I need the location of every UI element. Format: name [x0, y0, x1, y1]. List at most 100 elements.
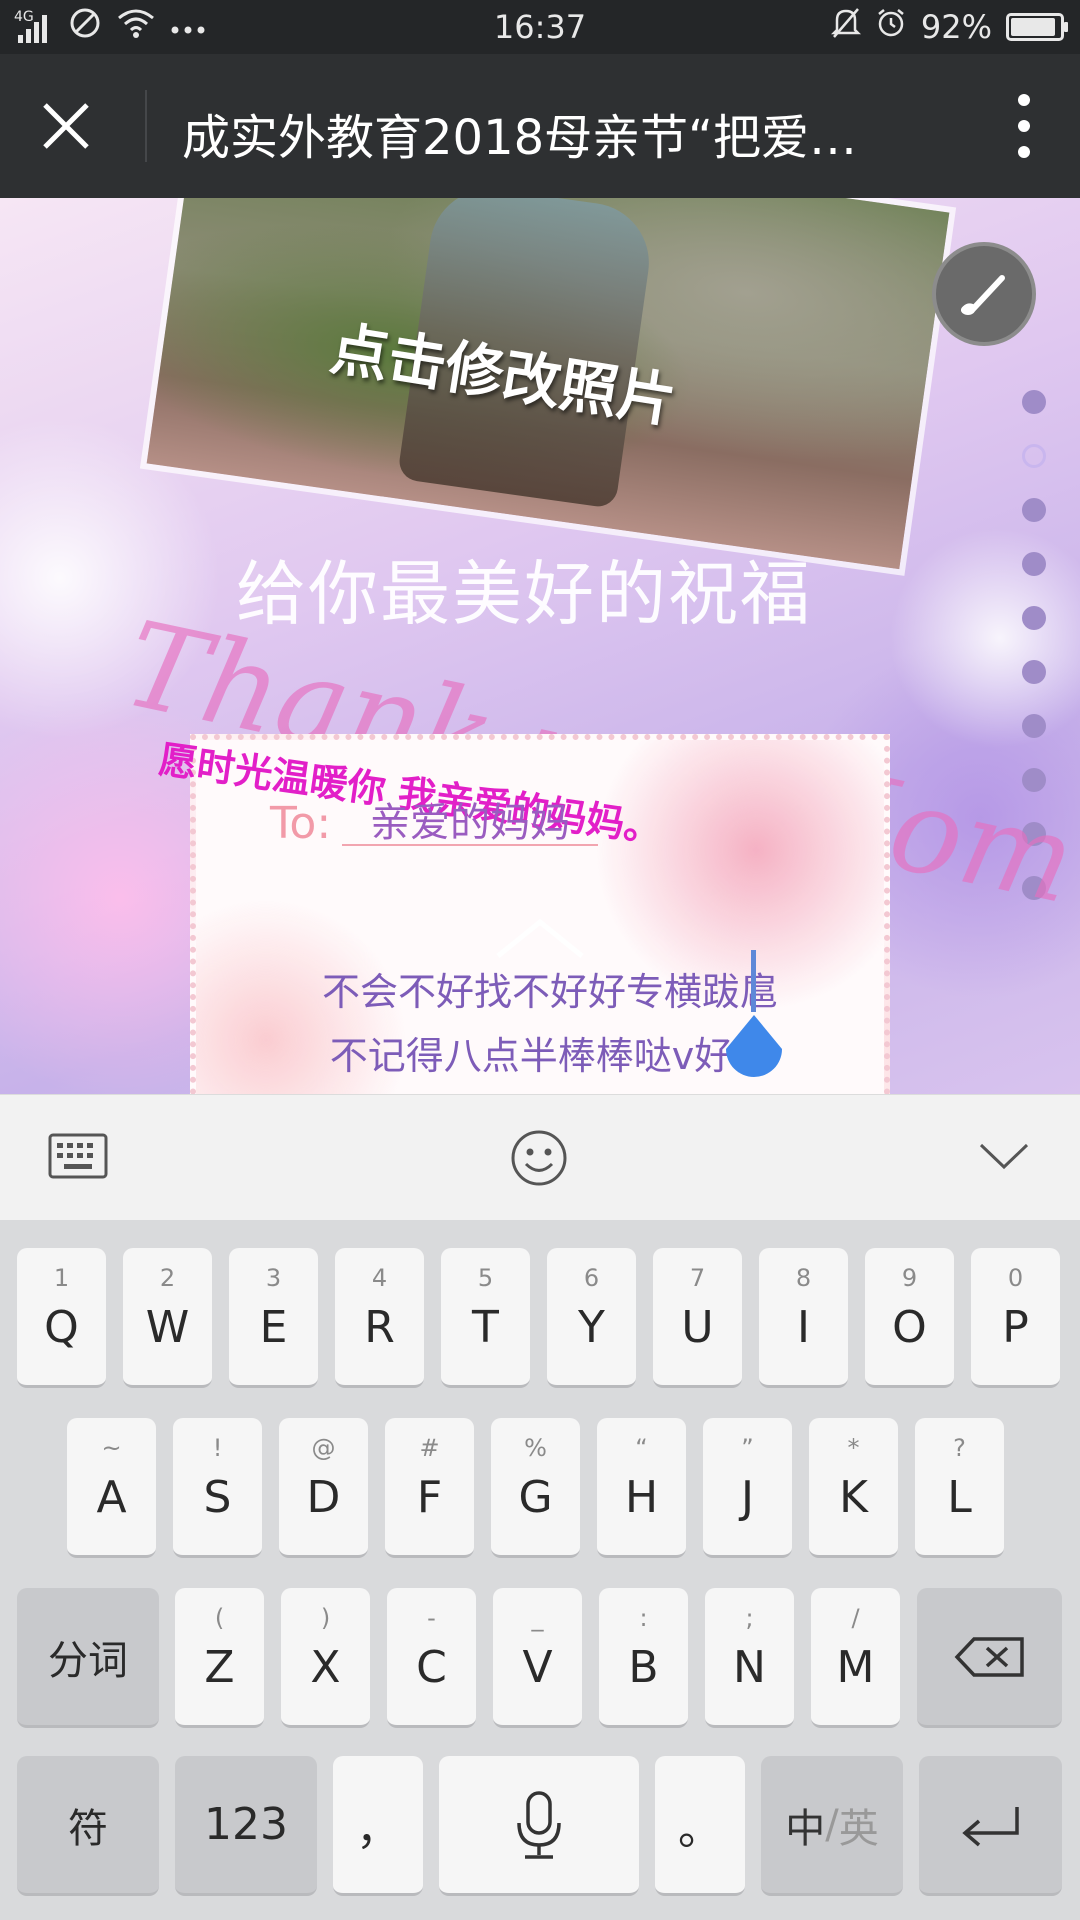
- key-n[interactable]: ; N: [705, 1588, 794, 1728]
- language-switch-label: 中 / 英: [761, 1756, 903, 1893]
- comma-key-label: ，: [356, 1803, 400, 1855]
- key-j[interactable]: ” J: [703, 1418, 792, 1558]
- close-icon: [43, 103, 89, 149]
- key-hint: 3: [265, 1264, 282, 1292]
- key-b[interactable]: :B: [599, 1588, 688, 1728]
- key-hint: 0: [1007, 1264, 1024, 1292]
- key-hint: @: [311, 1434, 336, 1462]
- music-toggle-button[interactable]: [932, 242, 1036, 346]
- key-label: T: [472, 1302, 499, 1353]
- page-dot[interactable]: [1022, 444, 1046, 468]
- key-l[interactable]: ? L: [915, 1418, 1004, 1558]
- emoji-icon[interactable]: [510, 1129, 568, 1191]
- period-key[interactable]: 。: [655, 1756, 745, 1896]
- key-label: X: [310, 1642, 341, 1693]
- key-label: F: [416, 1472, 443, 1523]
- key-p[interactable]: 0P: [971, 1248, 1060, 1388]
- key-hint: 8: [795, 1264, 812, 1292]
- key-hint: %: [524, 1434, 547, 1462]
- key-d[interactable]: @ D: [279, 1418, 368, 1558]
- key-hint: 1: [53, 1264, 70, 1292]
- key-c[interactable]: -C: [387, 1588, 476, 1728]
- segment-key[interactable]: 分词: [17, 1588, 159, 1728]
- key-hint: ~: [101, 1434, 122, 1462]
- battery-icon: [1006, 13, 1068, 41]
- key-y[interactable]: 6Y: [547, 1248, 636, 1388]
- segment-key-label: 分词: [48, 1637, 128, 1684]
- key-hint: (: [214, 1604, 225, 1632]
- key-e[interactable]: 3E: [229, 1248, 318, 1388]
- key-hint: !: [212, 1434, 223, 1462]
- key-hint: :: [639, 1604, 648, 1632]
- key-hint: _: [531, 1604, 544, 1632]
- period-key-label: 。: [678, 1803, 722, 1855]
- key-t[interactable]: 5T: [441, 1248, 530, 1388]
- key-k[interactable]: * K: [809, 1418, 898, 1558]
- recipient-field[interactable]: 亲爱的妈妈: [342, 790, 598, 846]
- key-i[interactable]: 8I: [759, 1248, 848, 1388]
- title-bar: 成实外教育2018母亲节“把爱…: [0, 54, 1080, 198]
- page-dot[interactable]: [1022, 498, 1046, 522]
- key-hint: 5: [477, 1264, 494, 1292]
- key-w[interactable]: 2W: [123, 1248, 212, 1388]
- key-s[interactable]: ! S: [173, 1418, 262, 1558]
- title-divider: [145, 90, 147, 162]
- backspace-key[interactable]: [917, 1588, 1062, 1728]
- key-hint: #: [419, 1434, 440, 1462]
- symbol-key-label: 符: [68, 1805, 108, 1852]
- key-x[interactable]: ) X: [281, 1588, 370, 1728]
- page-dot[interactable]: [1022, 606, 1046, 630]
- key-hint: /: [851, 1604, 860, 1632]
- more-options-button[interactable]: [1008, 94, 1040, 158]
- cursor-handle[interactable]: [722, 1013, 786, 1085]
- backspace-icon: [917, 1588, 1062, 1725]
- key-g[interactable]: % G: [491, 1418, 580, 1558]
- key-o[interactable]: 9O: [865, 1248, 954, 1388]
- key-z[interactable]: (Z: [175, 1588, 264, 1728]
- key-label: G: [518, 1472, 553, 1523]
- key-r[interactable]: 4R: [335, 1248, 424, 1388]
- space-voice-key[interactable]: [439, 1756, 639, 1896]
- key-f[interactable]: # F: [385, 1418, 474, 1558]
- battery-fill: [1011, 18, 1055, 36]
- blessing-text: 给你最美好的祝福: [236, 553, 812, 635]
- key-hint: ): [320, 1604, 331, 1632]
- key-a[interactable]: ~ A: [67, 1418, 156, 1558]
- key-hint: ?: [953, 1434, 966, 1462]
- key-hint: -: [427, 1604, 436, 1632]
- key-label: P: [1002, 1302, 1029, 1353]
- key-hint: 6: [583, 1264, 600, 1292]
- key-hint: 2: [159, 1264, 176, 1292]
- lang-sep-label: /: [825, 1801, 839, 1848]
- status-bar: 4G 16:37 92%: [0, 0, 1080, 54]
- number-key[interactable]: 123: [175, 1756, 317, 1896]
- key-u[interactable]: 7U: [653, 1248, 742, 1388]
- key-h[interactable]: “H: [597, 1418, 686, 1558]
- comma-key[interactable]: ，: [333, 1756, 423, 1896]
- key-m[interactable]: / M: [811, 1588, 900, 1728]
- number-key-label: 123: [204, 1799, 288, 1850]
- symbol-key[interactable]: 符: [17, 1756, 159, 1896]
- key-hint: *: [847, 1434, 860, 1462]
- chevron-down-icon[interactable]: [978, 1141, 1030, 1175]
- key-label: J: [741, 1472, 754, 1523]
- key-label: M: [836, 1642, 875, 1693]
- key-v[interactable]: _ V: [493, 1588, 582, 1728]
- key-label: Q: [44, 1302, 79, 1353]
- key-q[interactable]: 1Q: [17, 1248, 106, 1388]
- page-dot[interactable]: [1022, 660, 1046, 684]
- page-dot[interactable]: [1022, 552, 1046, 576]
- keyboard-icon[interactable]: [48, 1131, 108, 1185]
- enter-key[interactable]: [919, 1756, 1062, 1896]
- language-switch-key[interactable]: 中 / 英: [761, 1756, 903, 1896]
- close-button[interactable]: [30, 90, 102, 162]
- more-vertical-icon: [1018, 94, 1030, 106]
- page-dot[interactable]: [1022, 390, 1046, 414]
- chevron-up-icon[interactable]: [492, 916, 588, 964]
- key-label: N: [733, 1642, 766, 1693]
- key-label: W: [145, 1302, 190, 1353]
- battery-percent: 92%: [920, 8, 992, 46]
- key-label: A: [96, 1472, 127, 1523]
- page-dot[interactable]: [1022, 714, 1046, 738]
- key-label: D: [306, 1472, 341, 1523]
